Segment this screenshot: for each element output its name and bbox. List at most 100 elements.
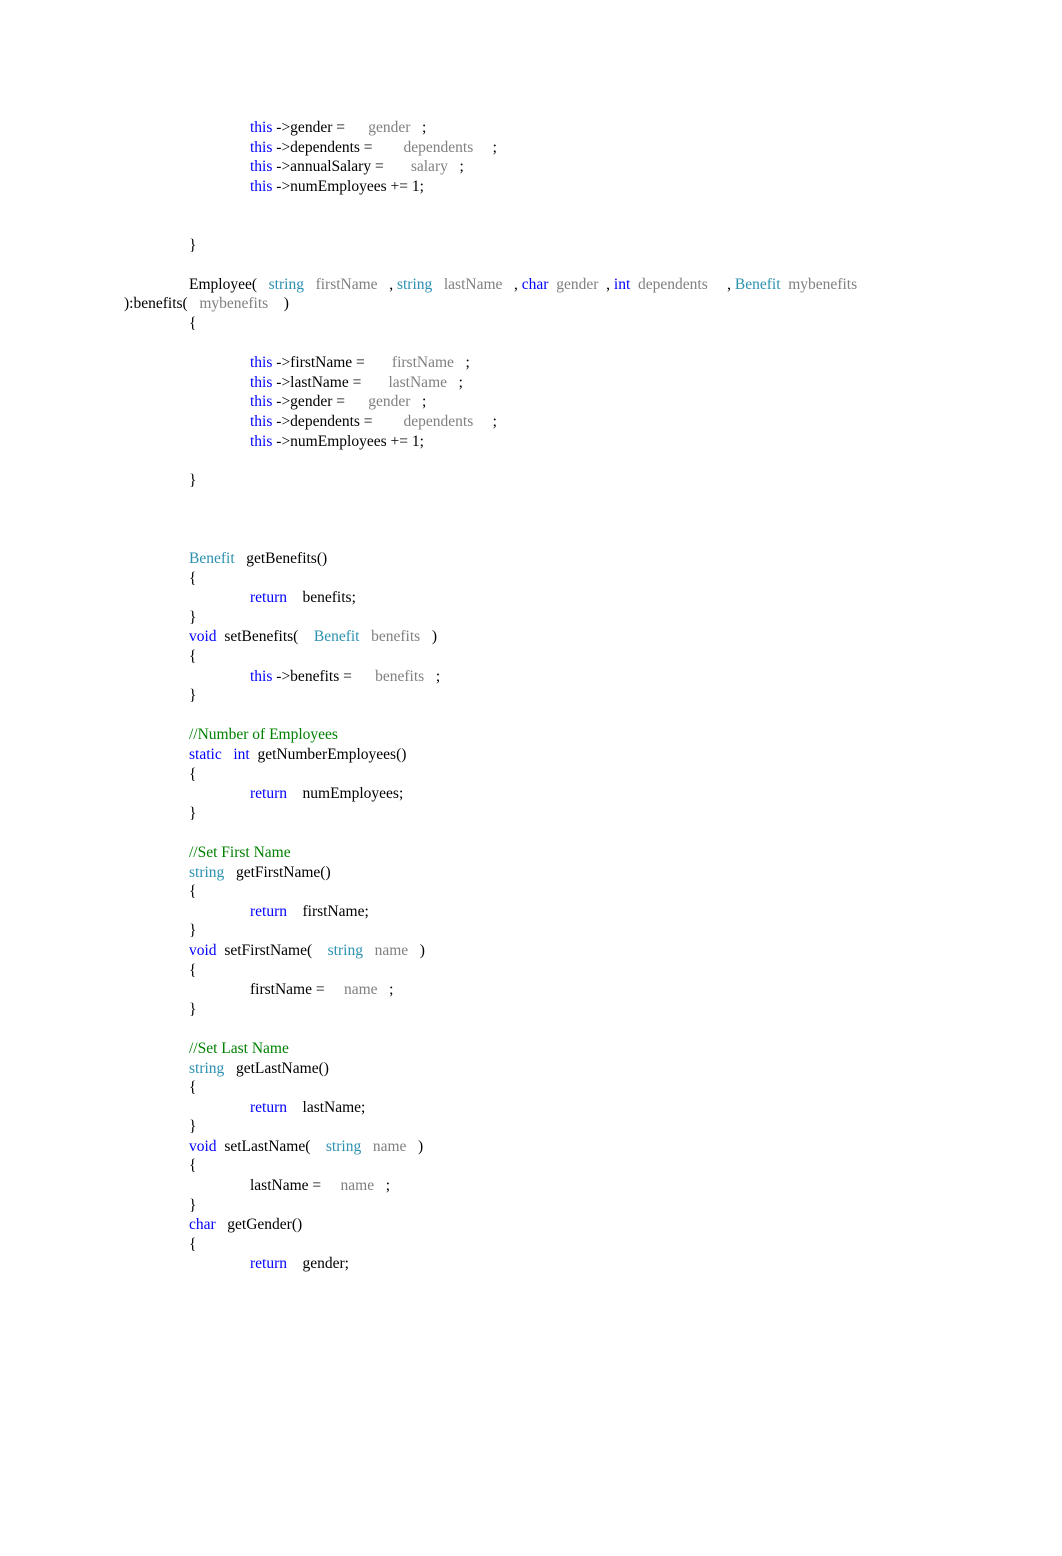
code-token-kw: return <box>250 902 288 920</box>
code-line: this ->numEmployees += 1; <box>124 432 924 452</box>
code-token-param: lastName <box>365 373 448 391</box>
code-token-param: salary <box>387 158 448 176</box>
code-token-plain: ->numEmployees += 1; <box>272 177 424 195</box>
code-token-plain: ; <box>374 1177 391 1195</box>
code-line: { <box>124 961 924 981</box>
code-listing: this ->gender = gender ; this ->dependent… <box>124 118 924 1274</box>
code-token-plain: , <box>502 275 522 293</box>
code-token-plain: getLastName() <box>224 1059 329 1077</box>
code-token-type: string <box>310 1137 362 1155</box>
code-line: return gender; <box>124 1254 924 1274</box>
code-line: this ->gender = gender ; <box>124 392 924 412</box>
code-token-param: dependents <box>630 275 708 293</box>
code-token-plain: getGender() <box>215 1216 303 1234</box>
code-line: { <box>124 314 924 334</box>
code-token-kw: char <box>521 275 549 293</box>
code-token-param: name <box>362 941 409 959</box>
code-line: void setFirstName( string name ) <box>124 941 924 961</box>
code-line: return lastName; <box>124 1098 924 1118</box>
code-line: this ->firstName = firstName ; <box>124 353 924 373</box>
code-token-kw: return <box>250 1098 288 1116</box>
code-token-type: Benefit <box>189 550 235 568</box>
code-token-plain: Employee( <box>189 275 258 293</box>
code-line: string getFirstName() <box>124 863 924 883</box>
code-line: this ->dependents = dependents ; <box>124 138 924 158</box>
document-page: this ->gender = gender ; this ->dependent… <box>0 0 1062 1556</box>
code-token-kw: this <box>250 354 273 372</box>
code-token-plain: ->benefits = <box>272 667 356 685</box>
code-token-kw: this <box>250 138 273 156</box>
code-line: { <box>124 647 924 667</box>
code-token-param: mybenefits <box>187 295 269 313</box>
code-token-plain: lastName; <box>287 1098 366 1116</box>
code-token-plain: , <box>707 275 735 293</box>
code-token-plain: lastName = <box>250 1177 326 1195</box>
code-token-comment: //Number of Employees <box>189 726 338 744</box>
code-line: } <box>124 236 924 256</box>
code-token-plain: ->dependents = <box>272 138 377 156</box>
code-token-plain: getFirstName() <box>224 863 331 881</box>
code-token-kw: this <box>250 412 273 430</box>
code-token-plain: gender; <box>287 1255 349 1273</box>
code-token-kw: void <box>189 628 217 646</box>
code-token-type: string <box>396 275 433 293</box>
code-line: lastName = name ; <box>124 1176 924 1196</box>
code-token-plain: { <box>189 314 197 332</box>
code-line: this ->lastName = lastName ; <box>124 373 924 393</box>
code-token-plain: firstName = <box>250 981 329 999</box>
code-token-plain: { <box>189 961 197 979</box>
code-token-plain: ->lastName = <box>272 373 366 391</box>
code-token-plain: ->gender = <box>272 393 349 411</box>
code-token-type: string <box>189 863 225 881</box>
code-token-param: mybenefits <box>780 275 858 293</box>
code-token-plain: numEmployees; <box>287 785 404 803</box>
code-token-param: gender <box>348 393 411 411</box>
code-line: Employee( string firstName , string last… <box>124 275 924 314</box>
code-token-plain: { <box>189 1157 197 1175</box>
code-token-plain: } <box>189 608 197 626</box>
code-line: } <box>124 1117 924 1137</box>
code-token-plain: } <box>189 236 197 254</box>
code-token-plain: ->firstName = <box>272 354 369 372</box>
code-line: void setLastName( string name ) <box>124 1137 924 1157</box>
code-token-plain: } <box>189 1196 197 1214</box>
code-token-plain: } <box>189 471 197 489</box>
code-token-plain: setBenefits( <box>216 628 299 646</box>
code-token-comment: //Set Last Name <box>189 1039 289 1057</box>
code-token-param: firstName <box>368 354 454 372</box>
code-token-plain: { <box>189 569 197 587</box>
code-token-kw: this <box>250 177 273 195</box>
code-token-plain: getBenefits() <box>234 550 328 568</box>
code-token-param: name <box>325 1177 375 1195</box>
code-token-plain: ; <box>473 138 497 156</box>
code-token-type: string <box>257 275 304 293</box>
code-line: void setBenefits( Benefit benefits ) <box>124 627 924 647</box>
code-token-plain: benefits; <box>287 589 356 607</box>
code-token-kw: return <box>250 589 288 607</box>
code-line: { <box>124 569 924 589</box>
code-token-plain: ->gender = <box>272 119 349 136</box>
code-token-plain: firstName; <box>287 902 369 920</box>
code-token-type: Benefit <box>734 275 781 293</box>
code-token-plain: getNumberEmployees() <box>249 746 407 763</box>
code-line: //Number of Employees <box>124 725 924 745</box>
code-line: { <box>124 1235 924 1255</box>
code-line: return benefits; <box>124 588 924 608</box>
code-token-plain: } <box>189 804 197 822</box>
code-line: static int getNumberEmployees() <box>124 745 924 765</box>
code-line: this ->dependents = dependents ; <box>124 412 924 432</box>
code-token-param: benefits <box>355 667 425 685</box>
code-token-plain: } <box>189 1000 197 1018</box>
code-line: firstName = name ; <box>124 980 924 1000</box>
code-line: { <box>124 1078 924 1098</box>
code-token-param: dependents <box>376 412 474 430</box>
code-token-plain: ) <box>406 1137 424 1155</box>
code-line: { <box>124 1156 924 1176</box>
